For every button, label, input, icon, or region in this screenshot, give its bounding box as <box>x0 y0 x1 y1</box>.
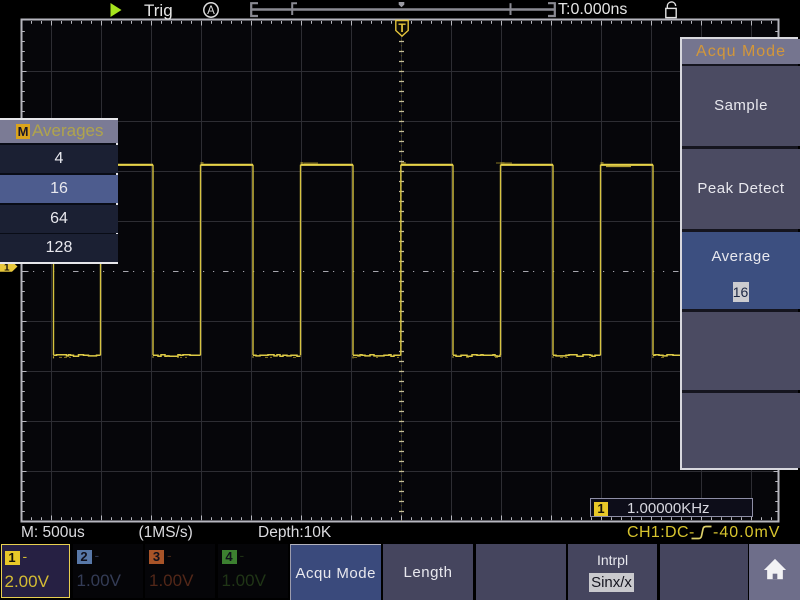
svg-text:1: 1 <box>4 263 10 274</box>
svg-text:T: T <box>398 21 406 35</box>
svg-text:A: A <box>207 5 215 17</box>
